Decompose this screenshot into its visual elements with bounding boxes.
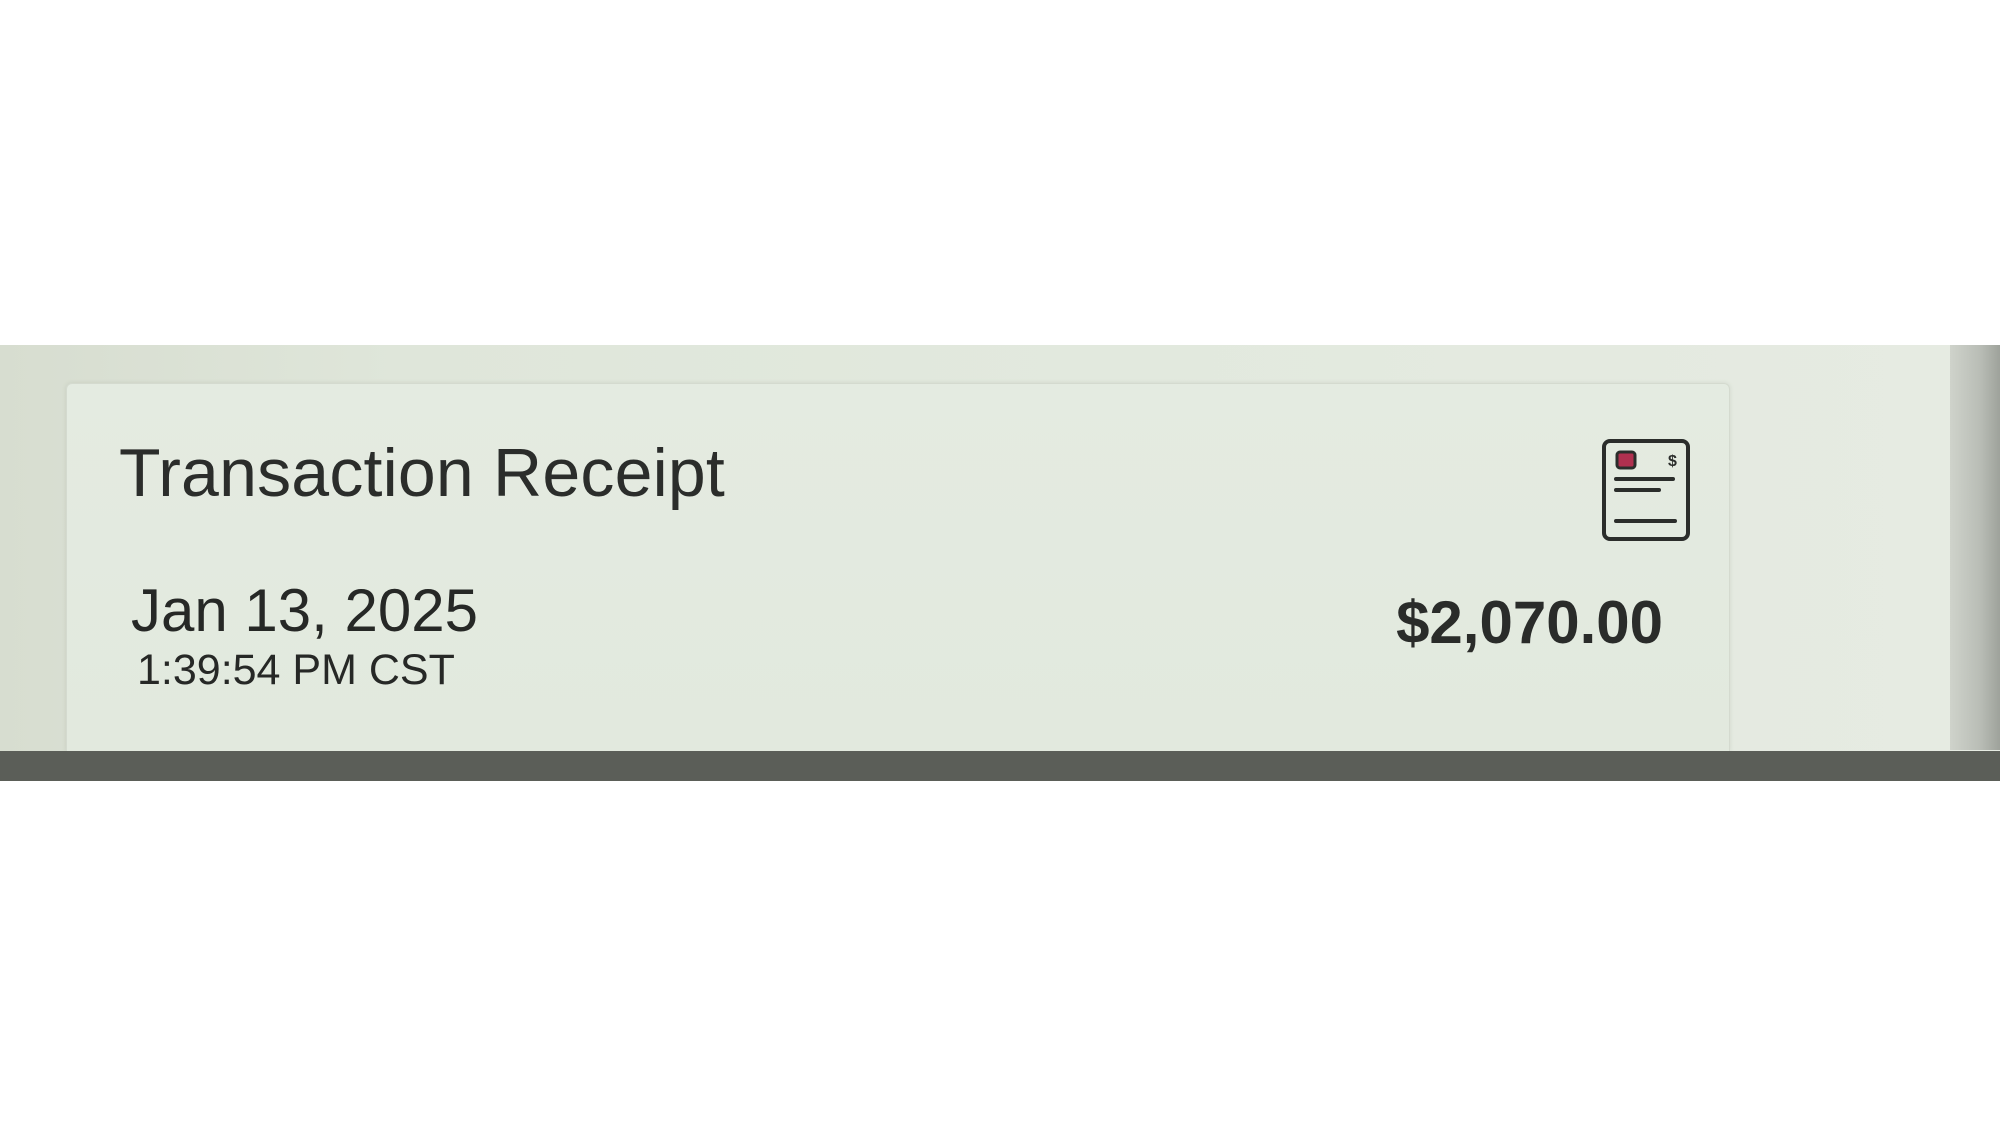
device-edge — [1950, 345, 2000, 750]
dollar-sign-icon: $ — [1668, 453, 1677, 470]
transaction-time: 1:39:54 PM CST — [137, 646, 455, 694]
transaction-receipt-card[interactable]: Transaction Receipt $ Jan 13, 2025 1:39:… — [66, 383, 1730, 751]
receipt-screen: Transaction Receipt $ Jan 13, 2025 1:39:… — [0, 345, 2000, 781]
screen-bottom-band — [0, 751, 2000, 781]
transaction-amount: $2,070.00 — [1396, 589, 1663, 656]
receipt-icon[interactable]: $ — [1601, 438, 1691, 542]
receipt-title: Transaction Receipt — [119, 435, 726, 511]
transaction-date: Jan 13, 2025 — [131, 577, 478, 644]
